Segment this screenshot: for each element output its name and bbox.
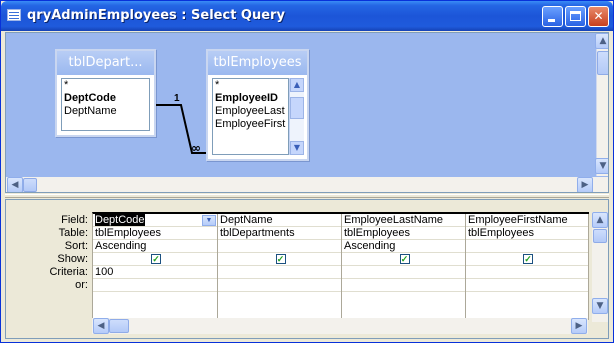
- grid-or-cell[interactable]: [93, 279, 217, 292]
- grid-sort-cell[interactable]: Ascending: [93, 240, 217, 253]
- grid-column[interactable]: EmployeeFirstName tblEmployees ✓: [466, 214, 589, 320]
- scroll-down-icon[interactable]: ▼: [290, 141, 304, 155]
- grid-table-cell[interactable]: tblEmployees: [466, 227, 588, 240]
- grid-show-cell[interactable]: ✓: [93, 253, 217, 266]
- close-icon: ✕: [593, 9, 604, 23]
- show-checkbox[interactable]: ✓: [151, 254, 161, 264]
- relationship-one-label: 1: [174, 93, 180, 104]
- scroll-right-icon[interactable]: ▶: [571, 318, 587, 334]
- grid-criteria-cell[interactable]: [342, 266, 465, 279]
- table-box-employees[interactable]: tblEmployees * EmployeeID EmployeeLast E…: [206, 49, 309, 161]
- scroll-thumb[interactable]: [593, 229, 607, 243]
- design-horizontal-scrollbar[interactable]: ◀ ▶: [6, 177, 608, 192]
- grid-table-cell[interactable]: tblEmployees: [342, 227, 465, 240]
- field-item[interactable]: DeptName: [62, 105, 149, 118]
- field-list-employees[interactable]: * EmployeeID EmployeeLast EmployeeFirst: [212, 78, 289, 155]
- show-checkbox[interactable]: ✓: [275, 254, 286, 264]
- grid-show-cell[interactable]: ✓: [466, 253, 588, 266]
- grid-or-cell[interactable]: [342, 279, 465, 292]
- scroll-right-icon[interactable]: ▶: [577, 177, 593, 192]
- field-list-scrollbar[interactable]: ▲ ▼: [289, 78, 304, 155]
- row-label-show: Show:: [57, 253, 88, 265]
- title-bar[interactable]: qryAdminEmployees : Select Query ✕: [1, 1, 613, 31]
- scroll-up-icon[interactable]: ▲: [592, 212, 608, 228]
- grid-sort-cell[interactable]: [218, 240, 341, 253]
- show-checkbox[interactable]: ✓: [399, 254, 410, 264]
- scroll-down-icon[interactable]: ▼: [595, 158, 608, 174]
- window-title: qryAdminEmployees : Select Query: [27, 8, 285, 23]
- grid-column[interactable]: DeptCode ▼ tblEmployees Ascending ✓ 100: [93, 214, 218, 320]
- grid-criteria-cell[interactable]: [218, 266, 341, 279]
- row-label-criteria: Criteria:: [49, 266, 88, 278]
- row-label-table: Table:: [58, 227, 88, 239]
- minimize-button[interactable]: [542, 6, 563, 27]
- field-item[interactable]: EmployeeFirst: [213, 118, 288, 131]
- grid-field-cell[interactable]: EmployeeLastName: [342, 214, 465, 227]
- table-title-employees[interactable]: tblEmployees: [208, 51, 307, 75]
- grid-field-cell[interactable]: DeptName: [218, 214, 341, 227]
- grid-or-cell[interactable]: [466, 279, 588, 292]
- scroll-down-icon[interactable]: ▼: [592, 298, 608, 314]
- query-icon: [7, 9, 21, 21]
- close-button[interactable]: ✕: [588, 6, 609, 27]
- row-label-sort: Sort:: [64, 240, 88, 252]
- field-list-departments[interactable]: * DeptCode DeptName: [61, 78, 150, 131]
- minimize-icon: [548, 19, 555, 22]
- scroll-thumb[interactable]: [597, 51, 608, 75]
- row-label-or: or:: [75, 279, 88, 291]
- grid-show-cell[interactable]: ✓: [218, 253, 341, 266]
- table-title-departments[interactable]: tblDepart...: [57, 51, 154, 75]
- table-box-departments[interactable]: tblDepart... * DeptCode DeptName: [55, 49, 156, 137]
- maximize-icon: [570, 11, 581, 21]
- grid-or-cell[interactable]: [218, 279, 341, 292]
- maximize-button[interactable]: [565, 6, 586, 27]
- grid-show-cell[interactable]: ✓: [342, 253, 465, 266]
- table-design-area[interactable]: tblDepart... * DeptCode DeptName 1 ∞ tbl…: [5, 32, 609, 193]
- pane-splitter[interactable]: [5, 194, 609, 198]
- scroll-left-icon[interactable]: ◀: [93, 318, 109, 334]
- grid-column[interactable]: DeptName tblDepartments ✓: [218, 214, 342, 320]
- grid-criteria-cell[interactable]: 100: [93, 266, 217, 279]
- grid-field-cell[interactable]: DeptCode ▼: [93, 214, 217, 227]
- query-grid: DeptCode ▼ tblEmployees Ascending ✓ 100 …: [92, 212, 589, 320]
- query-window: qryAdminEmployees : Select Query ✕ tblDe…: [0, 0, 614, 343]
- row-label-field: Field:: [61, 214, 88, 226]
- grid-horizontal-scrollbar[interactable]: ◀ ▶: [92, 318, 588, 334]
- grid-sort-cell[interactable]: [466, 240, 588, 253]
- field-item[interactable]: *: [62, 79, 149, 92]
- grid-row-labels: Field: Table: Sort: Show: Criteria: or:: [6, 214, 88, 291]
- dropdown-icon[interactable]: ▼: [202, 215, 216, 226]
- grid-table-cell[interactable]: tblDepartments: [218, 227, 341, 240]
- scroll-thumb[interactable]: [290, 97, 304, 119]
- field-item[interactable]: EmployeeLast: [213, 105, 288, 118]
- design-vertical-scrollbar[interactable]: ▲ ▼: [595, 33, 608, 176]
- grid-vertical-scrollbar[interactable]: ▲ ▼: [592, 212, 608, 322]
- scroll-left-icon[interactable]: ◀: [7, 177, 23, 192]
- scroll-up-icon[interactable]: ▲: [595, 33, 608, 49]
- field-item[interactable]: DeptCode: [62, 92, 149, 105]
- grid-sort-cell[interactable]: Ascending: [342, 240, 465, 253]
- query-design-grid-pane: Field: Table: Sort: Show: Criteria: or: …: [5, 199, 609, 339]
- show-checkbox[interactable]: ✓: [523, 254, 533, 264]
- grid-field-cell[interactable]: EmployeeFirstName: [466, 214, 588, 227]
- grid-column[interactable]: EmployeeLastName tblEmployees Ascending …: [342, 214, 466, 320]
- scroll-thumb[interactable]: [109, 319, 129, 333]
- grid-criteria-cell[interactable]: [466, 266, 588, 279]
- field-item[interactable]: *: [213, 79, 288, 92]
- scroll-up-icon[interactable]: ▲: [290, 78, 304, 92]
- scroll-thumb[interactable]: [23, 178, 37, 192]
- field-item[interactable]: EmployeeID: [213, 92, 288, 105]
- grid-field-value: DeptCode: [95, 214, 145, 226]
- grid-table-cell[interactable]: tblEmployees: [93, 227, 217, 240]
- relationship-many-label: ∞: [191, 141, 201, 155]
